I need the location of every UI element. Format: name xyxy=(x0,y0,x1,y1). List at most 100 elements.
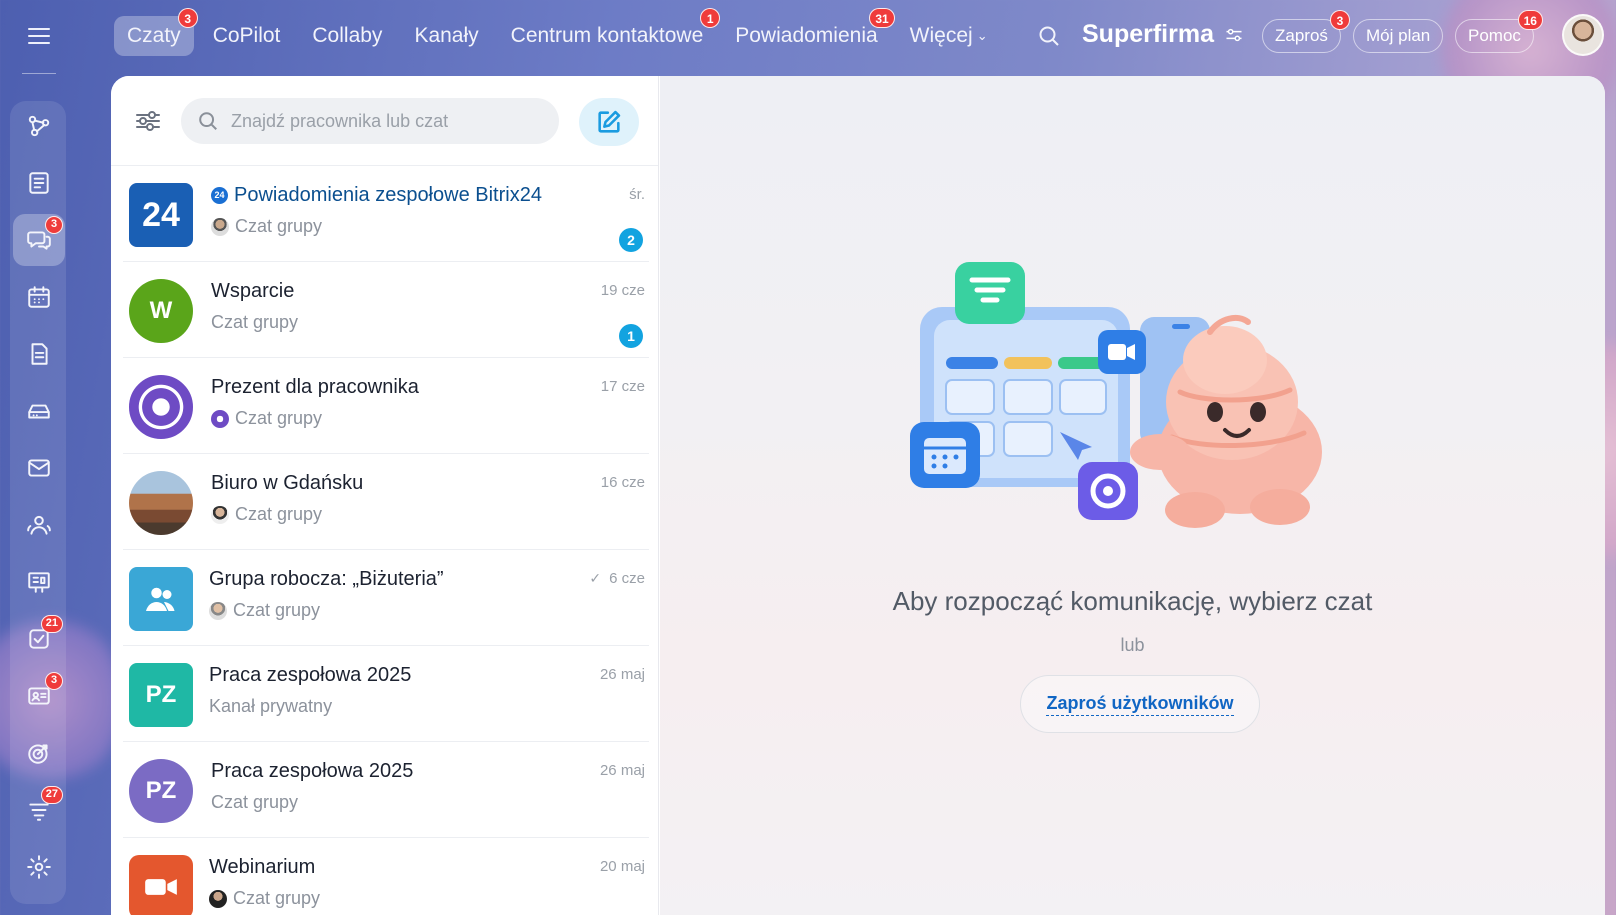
sender-avatar xyxy=(211,505,229,524)
tab-centrum-kontaktowe[interactable]: Centrum kontaktowe 1 xyxy=(498,8,721,56)
rail-item-documents[interactable] xyxy=(13,328,65,380)
chat-avatar xyxy=(129,567,193,631)
user-avatar[interactable] xyxy=(1562,14,1604,56)
read-check-icon: ✓ xyxy=(589,570,602,586)
chat-subtitle-text: Czat grupy xyxy=(233,888,321,908)
people-icon xyxy=(27,515,51,535)
chat-list-item[interactable]: Webinarium Czat grupy 20 maj xyxy=(123,838,649,915)
help-badge: 16 xyxy=(1517,10,1543,30)
rail-item-settings[interactable] xyxy=(13,841,65,893)
tab-label: Collaby xyxy=(312,24,383,47)
rail-item-tasks[interactable]: 21 xyxy=(13,613,65,665)
rail-badge: 3 xyxy=(45,672,63,690)
mail-icon xyxy=(28,459,50,477)
avatar-text: 24 xyxy=(142,195,180,234)
chat-title: Prezent dla pracownika xyxy=(211,376,419,398)
chat-avatar: PZ xyxy=(129,759,193,823)
tab-collaby[interactable]: Collaby xyxy=(299,16,395,56)
chat-subtitle: Czat grupy xyxy=(209,888,320,909)
global-search-button[interactable] xyxy=(1037,24,1061,48)
chat-avatar: PZ xyxy=(129,663,193,727)
board-icon xyxy=(28,572,50,593)
chat-date: 17 cze xyxy=(600,378,645,395)
rail-badge: 21 xyxy=(40,615,63,633)
feed-icon xyxy=(29,172,49,194)
chat-subtitle: Czat grupy xyxy=(211,504,322,525)
menu-icon[interactable] xyxy=(28,28,50,44)
tab-powiadomienia[interactable]: Powiadomienia 31 xyxy=(722,8,895,56)
chat-list-item[interactable]: 24 24 Powiadomienia zespołowe Bitrix24 Cz… xyxy=(123,166,649,262)
tab-label: Centrum kontaktowe xyxy=(510,24,704,47)
rail-item-crm[interactable]: 3 xyxy=(13,670,65,722)
chat-subtitle: Czat grupy xyxy=(209,600,320,621)
chat-title: Praca zespołowa 2025 xyxy=(211,760,414,782)
invite-users-label: Zaproś użytkowników xyxy=(1046,693,1234,716)
group-icon xyxy=(146,587,175,611)
tab-badge: 1 xyxy=(700,8,721,28)
chat-search[interactable] xyxy=(181,98,559,144)
rail-item-board[interactable] xyxy=(13,556,65,608)
chat-list-pane: 24 24 Powiadomienia zespołowe Bitrix24 Cz… xyxy=(111,76,659,915)
rail-item-stream[interactable]: 27 xyxy=(13,784,65,836)
chevron-down-icon: ⌄ xyxy=(976,28,988,44)
filter-sliders-icon xyxy=(136,111,160,131)
empty-chat-pane: Aby rozpocząć komunikację, wybierz czat … xyxy=(660,76,1605,915)
filter-button[interactable] xyxy=(133,106,163,136)
chat-list: 24 24 Powiadomienia zespołowe Bitrix24 Cz… xyxy=(111,166,659,915)
unread-counter: 1 xyxy=(619,324,643,348)
chat-subtitle-text: Czat grupy xyxy=(211,312,299,332)
invite-users-button[interactable]: Zaproś użytkowników xyxy=(1020,675,1260,733)
rail-item-calendar[interactable] xyxy=(13,271,65,323)
avatar-text: W xyxy=(149,297,173,324)
gift-chat-avatar xyxy=(129,375,193,439)
chat-list-item[interactable]: Biuro w Gdańsku Czat grupy 16 cze xyxy=(123,454,649,550)
rail-item-people[interactable] xyxy=(13,499,65,551)
chat-date: 20 maj xyxy=(599,858,645,875)
tab-kanaly[interactable]: Kanały xyxy=(401,16,491,56)
search-icon xyxy=(199,112,217,130)
tab-copilot[interactable]: CoPilot xyxy=(200,16,294,56)
chat-list-item[interactable]: Grupa robocza: „Biżuteria” Czat grupy ✓ 6… xyxy=(123,550,649,646)
rail-item-drive[interactable] xyxy=(13,385,65,437)
rail-item-chats[interactable]: 3 xyxy=(13,214,65,266)
help-button[interactable]: Pomoc 16 xyxy=(1455,10,1543,53)
rail-item-flow[interactable] xyxy=(13,100,65,152)
chat-subtitle-text: Czat grupy xyxy=(235,408,323,428)
tab-label: CoPilot xyxy=(212,24,281,47)
chat-subtitle-text: Czat grupy xyxy=(211,792,299,812)
chat-avatar: W xyxy=(129,279,193,343)
invite-pill-button[interactable]: Zaproś 3 xyxy=(1262,10,1350,53)
city-photo-avatar xyxy=(129,471,193,535)
top-navigation: Czaty 3 CoPilot Collaby Kanały Centrum k… xyxy=(114,8,1007,58)
unread-counter: 2 xyxy=(619,228,643,252)
rail-item-target[interactable] xyxy=(13,727,65,779)
tab-wiecej[interactable]: Więcej ⌄ xyxy=(897,16,1001,56)
help-label: Pomoc xyxy=(1468,26,1521,45)
invite-label: Zaproś xyxy=(1275,26,1328,45)
chat-date: ✓ 6 cze xyxy=(589,570,645,587)
tab-label: Więcej xyxy=(909,24,973,47)
chat-subtitle-text: Czat grupy xyxy=(235,216,323,236)
rail-item-mail[interactable] xyxy=(13,442,65,494)
chat-subtitle: Czat grupy xyxy=(211,216,322,237)
brand-label: Superfirma xyxy=(1082,20,1214,48)
tab-label: Czaty xyxy=(127,24,181,47)
empty-state-or: lub xyxy=(1120,635,1145,655)
video-camera-icon xyxy=(145,879,177,895)
drive-icon xyxy=(28,404,50,419)
my-plan-button[interactable]: Mój plan xyxy=(1353,19,1444,53)
chat-subtitle: Kanał prywatny xyxy=(209,696,332,717)
chat-date: 19 cze xyxy=(600,282,645,299)
chat-list-item[interactable]: W Wsparcie Czat grupy 19 cze 1 xyxy=(123,262,649,358)
chat-list-item[interactable]: PZ Praca zespołowa 2025 Kanał prywatny 2… xyxy=(123,646,649,742)
tab-czaty[interactable]: Czaty 3 xyxy=(114,8,198,56)
rail-item-feed[interactable] xyxy=(13,157,65,209)
search-input[interactable] xyxy=(231,110,531,132)
tab-badge: 31 xyxy=(869,8,895,28)
company-name[interactable]: Superfirma xyxy=(1082,20,1244,49)
chat-list-item[interactable]: Prezent dla pracownika Czat grupy 17 cze xyxy=(123,358,649,454)
new-chat-button[interactable] xyxy=(579,98,639,146)
chat-list-header xyxy=(111,76,658,166)
chat-list-item[interactable]: PZ Praca zespołowa 2025 Czat grupy 26 ma… xyxy=(123,742,649,838)
chat-subtitle-text: Czat grupy xyxy=(235,504,323,524)
